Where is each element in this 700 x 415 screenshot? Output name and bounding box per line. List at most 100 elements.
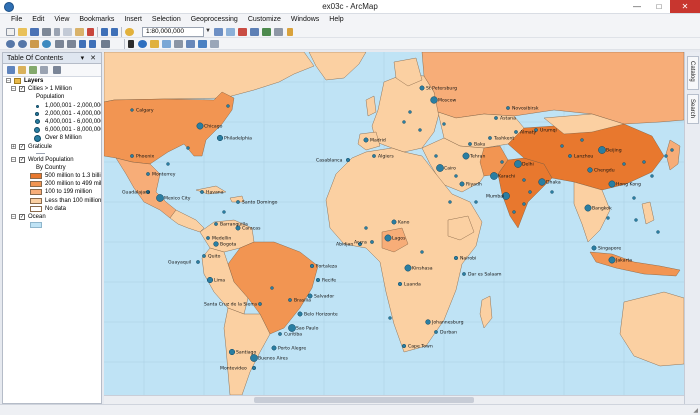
city-point[interactable]	[580, 138, 584, 142]
city-point[interactable]	[196, 122, 204, 130]
python-icon[interactable]	[262, 28, 271, 36]
select-by-area-icon[interactable]	[101, 40, 110, 48]
find-icon[interactable]	[186, 40, 195, 48]
toc-layer-world-population[interactable]: − ✓ World Population	[3, 156, 101, 164]
city-point[interactable]	[448, 200, 452, 204]
city-point[interactable]	[345, 157, 351, 163]
city-point[interactable]	[528, 190, 532, 194]
menu-edit[interactable]: Edit	[27, 14, 49, 26]
city-point[interactable]	[226, 104, 230, 108]
city-point[interactable]	[278, 332, 282, 336]
city-point[interactable]	[146, 172, 150, 176]
world-map[interactable]: St Petersburg Moscow Novosibirsk Calgary Chi…	[104, 52, 684, 395]
menu-selection[interactable]: Selection	[147, 14, 186, 26]
city-point[interactable]	[494, 116, 498, 120]
fixed-zoom-out-icon[interactable]	[67, 40, 76, 48]
city-point[interactable]	[364, 226, 368, 230]
maximize-button[interactable]: □	[648, 0, 670, 13]
list-by-drawing-order-icon[interactable]	[7, 66, 15, 74]
delete-icon[interactable]	[87, 28, 94, 36]
forward-icon[interactable]	[89, 40, 96, 48]
city-point[interactable]	[370, 240, 374, 244]
city-point[interactable]	[297, 311, 303, 317]
city-point[interactable]	[228, 348, 236, 356]
city-point[interactable]	[514, 130, 518, 134]
minimize-button[interactable]: —	[626, 0, 648, 13]
city-point[interactable]	[425, 319, 431, 325]
city-point[interactable]	[584, 204, 592, 212]
city-point[interactable]	[474, 200, 478, 204]
zoom-out-icon[interactable]	[18, 40, 27, 48]
city-point[interactable]	[315, 277, 321, 283]
city-point[interactable]	[166, 162, 170, 166]
graticule-visibility-checkbox[interactable]: ✓	[19, 143, 25, 150]
ocean-visibility-checkbox[interactable]: ✓	[19, 214, 25, 220]
city-point[interactable]	[213, 241, 219, 247]
menu-view[interactable]: View	[49, 14, 74, 26]
catalog-tab[interactable]: Catalog	[687, 56, 699, 90]
city-point[interactable]	[598, 146, 606, 154]
save-icon[interactable]	[30, 28, 39, 36]
city-point[interactable]	[664, 154, 668, 158]
city-point[interactable]	[200, 190, 204, 194]
map-scale-input[interactable]: 1:80,000,000	[142, 27, 204, 37]
city-point[interactable]	[453, 255, 459, 261]
city-point[interactable]	[206, 276, 214, 284]
toc-header-buttons[interactable]: ▾ ✕	[81, 53, 98, 64]
city-point[interactable]	[468, 142, 472, 146]
city-point[interactable]	[587, 167, 593, 173]
city-point[interactable]	[288, 298, 292, 302]
menu-help[interactable]: Help	[324, 14, 348, 26]
paste-icon[interactable]	[75, 28, 84, 36]
city-point[interactable]	[363, 137, 369, 143]
pan-icon[interactable]	[30, 40, 39, 48]
city-point[interactable]	[442, 122, 446, 126]
time-slider-icon[interactable]	[210, 40, 219, 48]
list-by-source-icon[interactable]	[18, 66, 26, 74]
city-point[interactable]	[506, 106, 510, 110]
back-icon[interactable]	[79, 40, 86, 48]
new-document-icon[interactable]	[6, 28, 15, 36]
undo-icon[interactable]	[101, 28, 108, 36]
city-point[interactable]	[202, 254, 206, 258]
scrollbar-thumb[interactable]	[254, 397, 474, 403]
city-point[interactable]	[388, 316, 392, 320]
list-by-visibility-icon[interactable]	[29, 66, 37, 74]
city-point[interactable]	[251, 365, 257, 371]
city-point[interactable]	[514, 160, 522, 168]
city-point[interactable]	[420, 250, 424, 254]
city-point[interactable]	[512, 210, 516, 214]
identify-icon[interactable]	[138, 40, 147, 48]
close-button[interactable]: ✕	[670, 0, 700, 13]
add-data-icon[interactable]	[125, 28, 134, 36]
arctoolbox-icon[interactable]	[238, 28, 247, 36]
population-visibility-checkbox[interactable]: ✓	[19, 156, 25, 163]
city-point[interactable]	[402, 120, 406, 124]
city-point[interactable]	[418, 128, 422, 132]
search-tab[interactable]: Search	[687, 94, 699, 124]
measure-icon[interactable]	[174, 40, 183, 48]
list-by-selection-icon[interactable]	[40, 66, 48, 74]
toc-root-layers[interactable]: − Layers	[3, 77, 101, 85]
city-point[interactable]	[608, 180, 616, 188]
city-point[interactable]	[608, 256, 616, 264]
city-point[interactable]	[401, 343, 407, 349]
city-point[interactable]	[488, 136, 492, 140]
city-point[interactable]	[642, 160, 646, 164]
city-point[interactable]	[391, 219, 397, 225]
city-point[interactable]	[397, 281, 403, 287]
city-point[interactable]	[454, 174, 458, 178]
city-point[interactable]	[222, 210, 226, 214]
open-icon[interactable]	[18, 28, 27, 36]
city-point[interactable]	[419, 85, 425, 91]
editor-icon[interactable]	[214, 28, 223, 36]
map-display[interactable]: St Petersburg Moscow Novosibirsk Calgary Chi…	[104, 52, 684, 395]
go-to-xy-icon[interactable]	[198, 40, 207, 48]
copy-icon[interactable]	[63, 28, 72, 36]
city-point[interactable]	[606, 216, 610, 220]
menu-file[interactable]: File	[6, 14, 27, 26]
full-extent-icon[interactable]	[42, 40, 51, 48]
menu-windows[interactable]: Windows	[286, 14, 324, 26]
city-point[interactable]	[288, 324, 296, 332]
city-point[interactable]	[634, 218, 638, 222]
